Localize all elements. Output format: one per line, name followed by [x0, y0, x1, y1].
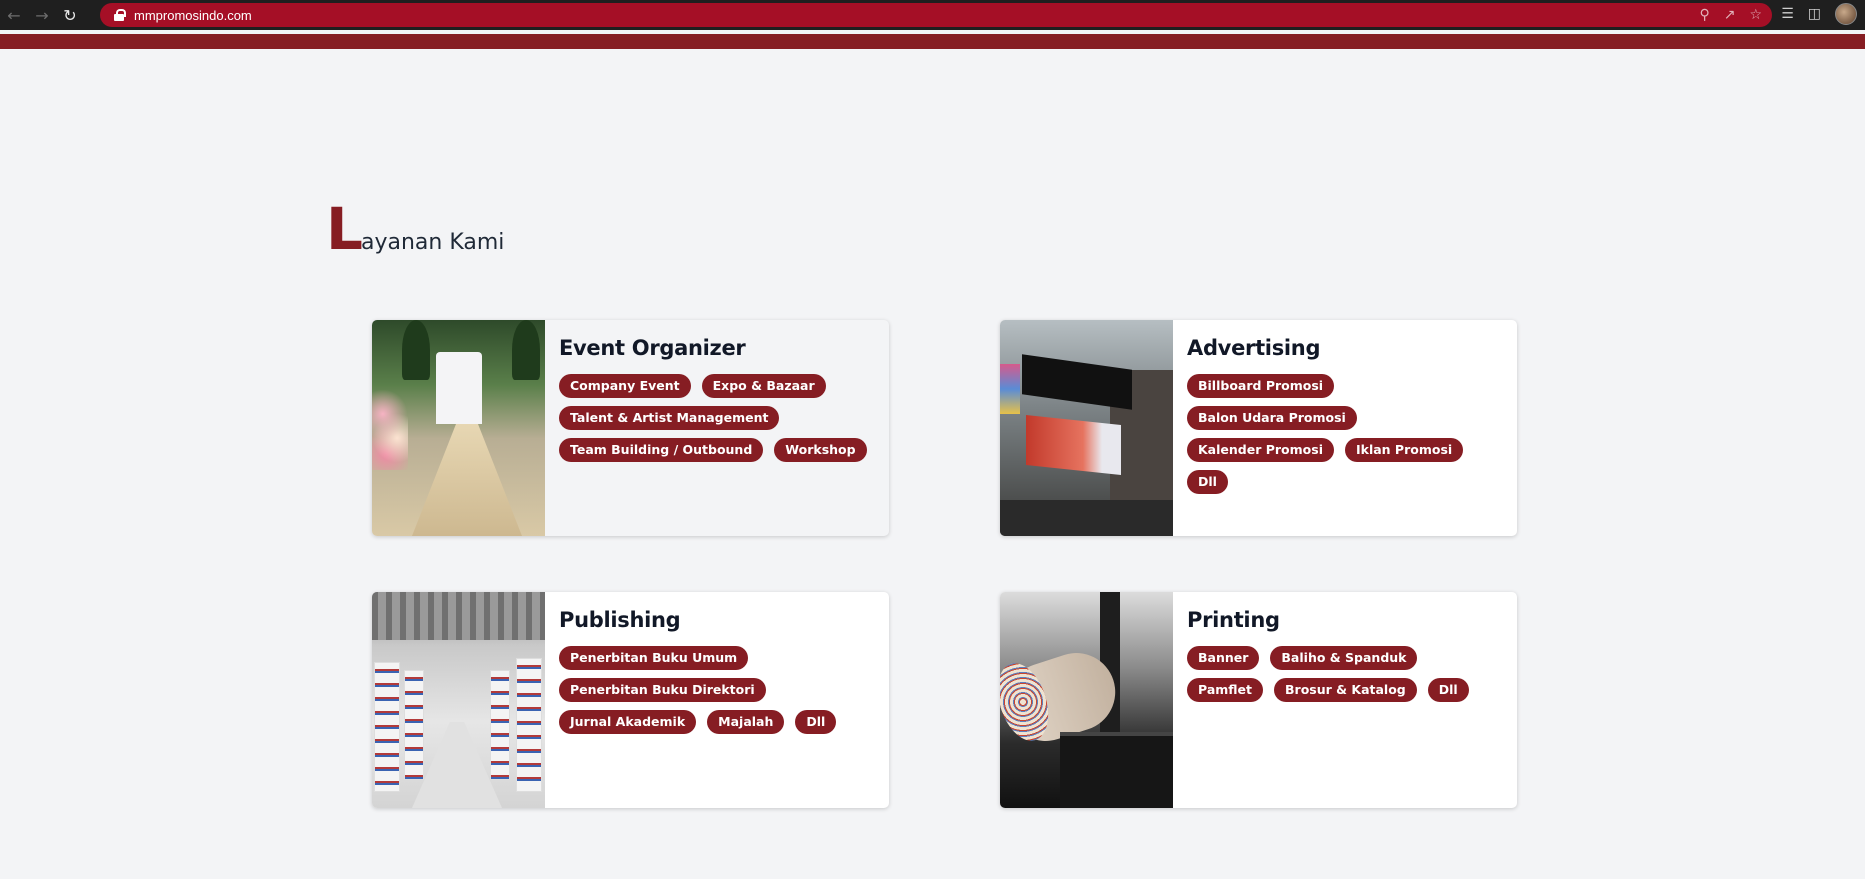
tag-pill[interactable]: Penerbitan Buku Umum: [559, 646, 749, 670]
card-title: Publishing: [559, 608, 681, 632]
title-text: ayanan Kami: [360, 230, 505, 255]
title-initial: L: [326, 195, 363, 263]
service-card-printing[interactable]: Printing Banner Baliho & Spanduk Pamflet…: [1000, 592, 1517, 808]
wedding-aisle-image: [372, 320, 545, 536]
tag-pill[interactable]: Jurnal Akademik: [559, 710, 697, 734]
share-icon[interactable]: ↗: [1724, 7, 1736, 23]
tag-pill[interactable]: Billboard Promosi: [1187, 374, 1335, 398]
tag-list: Billboard Promosi Balon Udara Promosi Ka…: [1187, 374, 1503, 494]
tag-pill[interactable]: Workshop: [774, 438, 867, 462]
lock-icon[interactable]: [114, 9, 126, 21]
star-icon[interactable]: ☆: [1749, 7, 1762, 23]
tag-pill[interactable]: Balon Udara Promosi: [1187, 406, 1357, 430]
zoom-icon[interactable]: ⚲: [1699, 7, 1709, 23]
section-title: L ayanan Kami: [326, 200, 504, 258]
url-text: mmpromosindo.com: [134, 7, 252, 23]
card-title: Event Organizer: [559, 336, 746, 360]
billboard-image: [1000, 320, 1173, 536]
site-header-band: [0, 34, 1865, 49]
card-title: Advertising: [1187, 336, 1321, 360]
service-card-publishing[interactable]: Publishing Penerbitan Buku Umum Penerbit…: [372, 592, 889, 808]
tag-pill[interactable]: Banner: [1187, 646, 1260, 670]
tag-list: Company Event Expo & Bazaar Talent & Art…: [559, 374, 875, 462]
printing-press-image: [1000, 592, 1173, 808]
tag-pill[interactable]: Expo & Bazaar: [701, 374, 826, 398]
tag-pill[interactable]: Dll: [1187, 470, 1228, 494]
tag-pill[interactable]: Talent & Artist Management: [559, 406, 780, 430]
address-bar[interactable]: mmpromosindo.com ⚲ ↗ ☆: [100, 3, 1772, 27]
tag-list: Penerbitan Buku Umum Penerbitan Buku Dir…: [559, 646, 875, 734]
profile-avatar[interactable]: [1835, 3, 1857, 25]
reading-list-icon[interactable]: ☰: [1781, 6, 1794, 22]
tag-pill[interactable]: Iklan Promosi: [1344, 438, 1464, 462]
tag-pill[interactable]: Team Building / Outbound: [559, 438, 764, 462]
tag-pill[interactable]: Company Event: [559, 374, 691, 398]
service-card-advertising[interactable]: Advertising Billboard Promosi Balon Udar…: [1000, 320, 1517, 536]
forward-icon[interactable]: →: [28, 1, 56, 29]
back-icon[interactable]: ←: [0, 1, 28, 29]
tag-pill[interactable]: Kalender Promosi: [1187, 438, 1334, 462]
tag-pill[interactable]: Brosur & Katalog: [1274, 678, 1417, 702]
tag-list: Banner Baliho & Spanduk Pamflet Brosur &…: [1187, 646, 1503, 702]
tag-pill[interactable]: Majalah: [707, 710, 785, 734]
card-title: Printing: [1187, 608, 1280, 632]
tag-pill[interactable]: Baliho & Spanduk: [1270, 646, 1418, 670]
reload-icon[interactable]: ↻: [56, 1, 84, 29]
tag-pill[interactable]: Dll: [1427, 678, 1469, 702]
service-card-event-organizer[interactable]: Event Organizer Company Event Expo & Baz…: [372, 320, 889, 536]
tag-pill[interactable]: Pamflet: [1187, 678, 1264, 702]
tag-pill[interactable]: Dll: [795, 710, 837, 734]
library-image: [372, 592, 545, 808]
tag-pill[interactable]: Penerbitan Buku Direktori: [559, 678, 766, 702]
side-panel-icon[interactable]: ◫: [1808, 6, 1821, 22]
